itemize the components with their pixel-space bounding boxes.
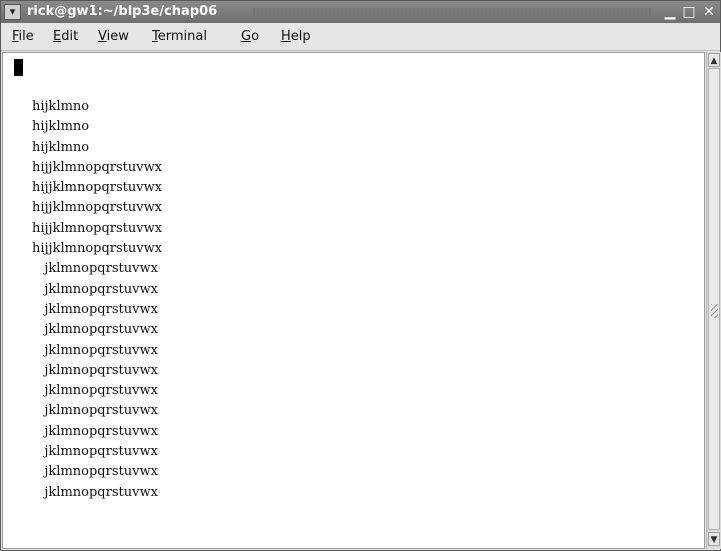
terminal-line: jklmnopqrstuvwx <box>32 464 158 480</box>
arrow-up-icon: ▲ <box>710 56 718 66</box>
terminal-line: hijjklmnopqrstuvwx <box>32 159 163 175</box>
menu-edit-mnemonic: E <box>53 29 62 44</box>
menu-view-mnemonic: V <box>98 29 107 44</box>
terminal-cursor <box>14 59 23 76</box>
window-menu-button[interactable]: ▾ <box>4 4 21 20</box>
menu-bar: File Edit View Terminal Go Help <box>1 24 720 51</box>
terminal-line: jklmnopqrstuvwx <box>32 444 158 460</box>
terminal-line: jklmnopqrstuvwx <box>32 342 158 358</box>
chevron-down-icon: ▾ <box>9 5 16 18</box>
menu-go-mnemonic: G <box>241 29 252 44</box>
terminal-lines: hijklmno hijklmno hijklmno hijjklmnopqrs… <box>32 97 162 503</box>
terminal-line: hijjklmnopqrstuvwx <box>32 241 163 257</box>
menu-go[interactable]: Go <box>241 29 259 44</box>
grip-icon <box>711 304 718 318</box>
close-icon: ✕ <box>703 4 715 20</box>
menu-edit[interactable]: Edit <box>53 29 78 44</box>
terminal-window: ▾ rick@gw1:~/blp3e/chap06 ▁ □ ✕ File Edi… <box>0 0 721 551</box>
terminal-line: jklmnopqrstuvwx <box>32 281 158 297</box>
maximize-icon: □ <box>682 4 696 20</box>
window-title: rick@gw1:~/blp3e/chap06 <box>27 4 218 19</box>
menu-help[interactable]: Help <box>281 29 311 44</box>
menu-terminal-label: erminal <box>157 29 207 44</box>
terminal-line: hijklmno <box>32 139 90 155</box>
terminal-line: jklmnopqrstuvwx <box>32 261 158 277</box>
menu-help-mnemonic: H <box>281 29 291 44</box>
terminal-line: hijklmno <box>32 99 90 114</box>
terminal-line: jklmnopqrstuvwx <box>32 484 158 500</box>
terminal-line: hijjklmnopqrstuvwx <box>32 200 163 216</box>
menu-file-label: ile <box>18 29 34 44</box>
menu-help-label: elp <box>290 29 311 44</box>
menu-view-label: iew <box>106 29 129 44</box>
title-bar-texture <box>251 8 651 16</box>
terminal-line: hijklmno <box>32 119 90 135</box>
terminal-line: jklmnopqrstuvwx <box>32 423 158 439</box>
menu-view[interactable]: View <box>98 29 129 44</box>
vertical-scrollbar[interactable]: ▲ ▼ <box>706 52 721 549</box>
title-bar[interactable]: ▾ rick@gw1:~/blp3e/chap06 ▁ □ ✕ <box>1 1 720 23</box>
menu-go-label: o <box>251 29 260 44</box>
menu-edit-label: dit <box>61 29 79 44</box>
terminal-line: hijjklmnopqrstuvwx <box>32 220 163 236</box>
scroll-down-button[interactable]: ▼ <box>708 532 720 546</box>
terminal-line: jklmnopqrstuvwx <box>32 403 158 419</box>
terminal-line: jklmnopqrstuvwx <box>32 322 158 338</box>
scrollbar-thumb[interactable] <box>708 68 720 530</box>
maximize-button[interactable]: □ <box>681 4 697 20</box>
minimize-icon: ▁ <box>664 4 676 20</box>
terminal-line: jklmnopqrstuvwx <box>32 362 158 378</box>
close-button[interactable]: ✕ <box>701 4 717 20</box>
menu-terminal[interactable]: Terminal <box>152 29 207 44</box>
minimize-button[interactable]: ▁ <box>662 4 678 20</box>
scroll-up-button[interactable]: ▲ <box>708 53 720 67</box>
menu-file[interactable]: File <box>12 29 34 44</box>
terminal-line: jklmnopqrstuvwx <box>32 383 158 399</box>
terminal-line: hijjklmnopqrstuvwx <box>32 180 163 196</box>
arrow-down-icon: ▼ <box>710 535 718 545</box>
terminal-line: jklmnopqrstuvwx <box>32 301 158 317</box>
